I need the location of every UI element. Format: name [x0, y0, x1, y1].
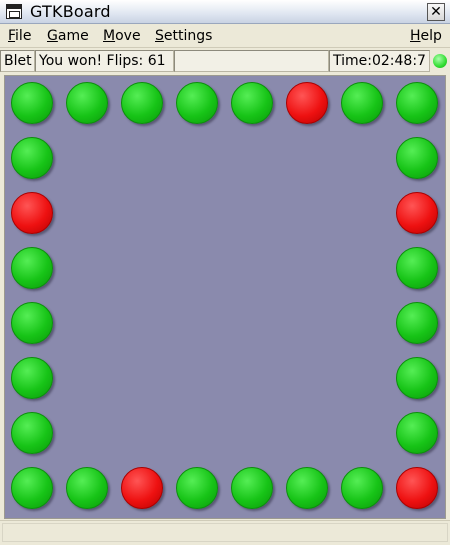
green-piece[interactable]: [396, 357, 438, 399]
menu-file[interactable]: File: [8, 27, 31, 45]
status-bar: Blet You won! Flips: 61 Time:02:48:7: [0, 50, 450, 73]
window-title: GTKBoard: [30, 2, 111, 21]
red-piece[interactable]: [286, 82, 328, 124]
green-piece[interactable]: [11, 302, 53, 344]
green-piece[interactable]: [396, 412, 438, 454]
menu-file-label: ile: [15, 28, 32, 44]
title-bar: GTKBoard ✕: [0, 0, 450, 24]
menu-game[interactable]: Game: [47, 27, 89, 45]
green-piece[interactable]: [341, 82, 383, 124]
status-indicator-icon: [433, 54, 447, 68]
menu-help-label: elp: [420, 28, 442, 44]
game-name-label: Blet: [0, 50, 35, 72]
bottom-status-bar: [0, 520, 450, 545]
menu-move-label: ove: [115, 28, 141, 44]
green-piece[interactable]: [121, 82, 163, 124]
menu-settings[interactable]: Settings: [155, 27, 212, 45]
green-piece[interactable]: [11, 467, 53, 509]
menu-help[interactable]: Help: [410, 27, 442, 45]
menu-game-mnemonic: G: [47, 28, 58, 44]
green-piece[interactable]: [396, 247, 438, 289]
green-piece[interactable]: [176, 467, 218, 509]
red-piece[interactable]: [396, 467, 438, 509]
close-button[interactable]: ✕: [427, 3, 445, 21]
green-piece[interactable]: [66, 82, 108, 124]
status-spacer: [174, 50, 329, 72]
red-piece[interactable]: [11, 192, 53, 234]
green-piece[interactable]: [66, 467, 108, 509]
menu-help-mnemonic: H: [410, 28, 421, 44]
board-frame: [4, 75, 446, 519]
green-piece[interactable]: [341, 467, 383, 509]
menu-settings-mnemonic: S: [155, 28, 164, 44]
green-piece[interactable]: [11, 412, 53, 454]
menu-move[interactable]: Move: [103, 27, 141, 45]
game-board[interactable]: [5, 76, 445, 518]
window-menu-icon[interactable]: [6, 4, 22, 19]
green-piece[interactable]: [231, 82, 273, 124]
green-piece[interactable]: [11, 247, 53, 289]
menu-file-mnemonic: F: [8, 28, 16, 44]
green-piece[interactable]: [11, 82, 53, 124]
menu-game-label: ame: [57, 28, 89, 44]
time-label: Time:02:48:7: [329, 50, 430, 72]
green-piece[interactable]: [231, 467, 273, 509]
green-piece[interactable]: [396, 82, 438, 124]
green-piece[interactable]: [396, 137, 438, 179]
menu-move-mnemonic: M: [103, 28, 116, 44]
green-piece[interactable]: [11, 357, 53, 399]
game-message: You won! Flips: 61: [35, 50, 174, 72]
bottom-status-field: [2, 523, 448, 542]
red-piece[interactable]: [396, 192, 438, 234]
menu-bar: File Game Move Settings Help: [0, 24, 450, 48]
green-piece[interactable]: [11, 137, 53, 179]
red-piece[interactable]: [121, 467, 163, 509]
green-piece[interactable]: [396, 302, 438, 344]
green-piece[interactable]: [286, 467, 328, 509]
green-piece[interactable]: [176, 82, 218, 124]
menu-settings-label: ettings: [163, 28, 213, 44]
